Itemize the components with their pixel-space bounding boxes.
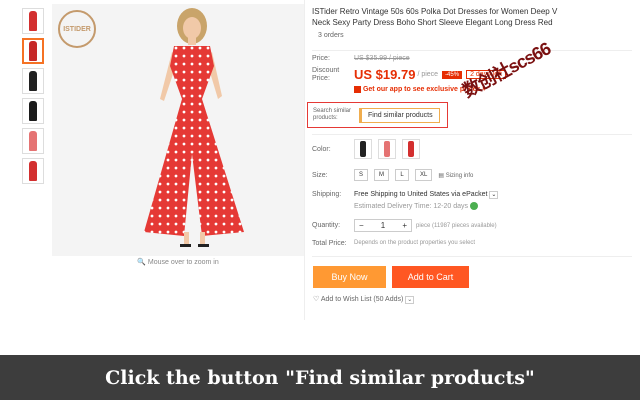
search-similar-box: Search similar products: Find similar pr… [307, 102, 448, 128]
chevron-down-icon: ⌄ [489, 191, 499, 199]
size-option-s[interactable]: S [354, 169, 369, 181]
discounted-price: US $19.79 [354, 67, 416, 82]
product-info: ISTider Retro Vintage 50s 60s Polka Dot … [312, 6, 632, 39]
shipping-method[interactable]: Free Shipping to United States via ePack… [354, 191, 499, 199]
divider [312, 134, 632, 135]
size-row: Size: S M L XL ▤ Sizing info [312, 169, 473, 181]
thumbnail-5[interactable] [22, 128, 44, 154]
search-similar-label: Search similar products: [313, 108, 352, 121]
original-price: US $35.99 / piece [354, 55, 410, 62]
price-label: Price: [312, 55, 330, 62]
color-swatch-1[interactable] [354, 139, 372, 159]
thumbnail-2[interactable] [22, 38, 44, 64]
quantity-stepper: − 1 + [354, 219, 412, 232]
decrement-button[interactable]: − [355, 221, 368, 230]
size-option-m[interactable]: M [374, 169, 390, 181]
total-row: Total Price: Depends on the product prop… [312, 240, 475, 247]
zoom-hint: 🔍 Mouse over to zoom in [137, 259, 219, 266]
quantity-info: piece (11987 pieces available) [416, 222, 497, 229]
action-buttons: Buy Now Add to Cart [313, 266, 469, 288]
instruction-text: Click the button "Find similar products" [105, 366, 535, 389]
quantity-row: Quantity: − 1 + piece (11987 pieces avai… [312, 219, 497, 232]
chevron-down-icon: ⌄ [405, 296, 415, 304]
quantity-value[interactable]: 1 [377, 221, 389, 230]
per-piece: / piece [417, 71, 439, 78]
product-main-image[interactable]: ISTIDER [52, 4, 304, 256]
size-option-l[interactable]: L [395, 169, 410, 181]
increment-button[interactable]: + [398, 221, 411, 230]
divider [312, 50, 632, 51]
buy-now-button[interactable]: Buy Now [313, 266, 386, 288]
shipping-label: Shipping: [312, 191, 342, 198]
color-swatch-2[interactable] [378, 139, 396, 159]
discount-badge: -45% [442, 70, 463, 79]
thumbnail-4[interactable] [22, 98, 44, 124]
add-to-cart-button[interactable]: Add to Cart [392, 266, 469, 288]
color-row: Color: [312, 139, 426, 159]
price-row: Price: US $35.99 / piece [312, 55, 410, 62]
size-option-xl[interactable]: XL [415, 169, 433, 181]
product-title: ISTider Retro Vintage 50s 60s Polka Dot … [312, 7, 558, 27]
heart-icon: ♡ [313, 296, 320, 303]
delivery-estimate: Estimated Delivery Time: 12-20 days [354, 202, 498, 210]
thumbnail-6[interactable] [22, 158, 44, 184]
color-label: Color: [312, 145, 331, 153]
sizing-info-link[interactable]: ▤ Sizing info [438, 172, 473, 179]
order-count: 3 orders [318, 32, 344, 39]
divider [312, 256, 632, 257]
total-value: Depends on the product properties you se… [354, 240, 476, 246]
quantity-label: Quantity: [312, 222, 341, 229]
total-label: Total Price: [312, 240, 347, 247]
thumbnail-1[interactable] [22, 8, 44, 34]
thumbnail-3[interactable] [22, 68, 44, 94]
thumbnail-list [22, 8, 46, 188]
shipping-row: Shipping: Free Shipping to United States… [312, 191, 499, 210]
size-label: Size: [312, 171, 328, 179]
dress-model-illustration [144, 8, 244, 247]
discount-label: Discount Price: [312, 67, 340, 82]
divider [304, 0, 305, 320]
instruction-banner: Click the button "Find similar products" [0, 355, 640, 400]
color-swatch-3[interactable] [402, 139, 420, 159]
info-icon [469, 202, 478, 210]
qr-icon [354, 85, 361, 93]
add-to-wishlist-link[interactable]: ♡ Add to Wish List (50 Adds) ⌄ [313, 295, 415, 304]
find-similar-products-button[interactable]: Find similar products [359, 107, 440, 123]
